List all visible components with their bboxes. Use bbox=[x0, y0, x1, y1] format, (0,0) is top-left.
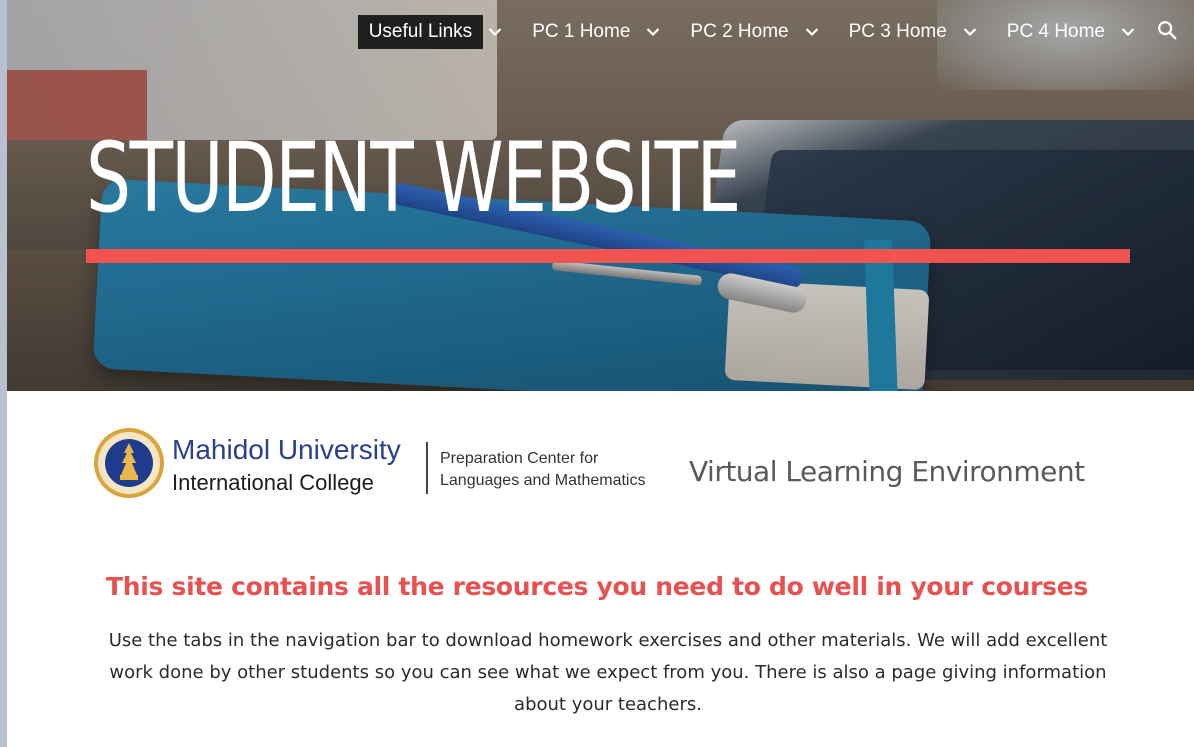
nav-item-label[interactable]: PC 1 Home bbox=[521, 15, 641, 49]
content-headline: This site contains all the resources you… bbox=[106, 572, 1088, 601]
university-seal-icon bbox=[94, 428, 164, 498]
chevron-down-icon[interactable] bbox=[802, 15, 822, 49]
nav-item-pc2-home[interactable]: PC 2 Home bbox=[679, 15, 837, 49]
center-name-line-1: Preparation Center for bbox=[440, 450, 599, 467]
chevron-down-icon[interactable] bbox=[1118, 15, 1138, 49]
nav-item-pc1-home[interactable]: PC 1 Home bbox=[521, 15, 679, 49]
nav-item-label[interactable]: PC 4 Home bbox=[996, 15, 1116, 49]
chevron-down-icon[interactable] bbox=[643, 15, 663, 49]
center-name-line-2: Languages and Mathematics bbox=[440, 472, 646, 489]
nav-item-useful-links[interactable]: Useful Links bbox=[357, 15, 522, 49]
content-body: Use the tabs in the navigation bar to do… bbox=[108, 630, 1108, 715]
center-name: Preparation Center for Languages and Mat… bbox=[440, 448, 645, 492]
window-edge bbox=[0, 0, 7, 747]
nav-item-label[interactable]: PC 3 Home bbox=[838, 15, 958, 49]
nav-item-label[interactable]: Useful Links bbox=[357, 15, 484, 49]
search-icon[interactable] bbox=[1156, 19, 1178, 45]
college-name: International College bbox=[172, 470, 374, 495]
chevron-down-icon[interactable] bbox=[485, 15, 505, 49]
institution-logo-banner: Mahidol University International College… bbox=[0, 420, 1194, 510]
nav-item-pc3-home[interactable]: PC 3 Home bbox=[838, 15, 996, 49]
nav-item-label[interactable]: PC 2 Home bbox=[679, 15, 799, 49]
page-title: STUDENT WEBSITE bbox=[86, 122, 741, 234]
top-navigation: Useful Links PC 1 Home PC 2 Home PC 3 Ho… bbox=[357, 15, 1194, 49]
title-underline bbox=[86, 249, 1130, 263]
university-name: Mahidol University bbox=[172, 434, 401, 465]
chevron-down-icon[interactable] bbox=[960, 15, 980, 49]
nav-item-pc4-home[interactable]: PC 4 Home bbox=[996, 15, 1154, 49]
logo-divider bbox=[426, 442, 428, 494]
vle-title: Virtual Learning Environment bbox=[689, 455, 1085, 488]
search-button[interactable] bbox=[1154, 15, 1194, 49]
